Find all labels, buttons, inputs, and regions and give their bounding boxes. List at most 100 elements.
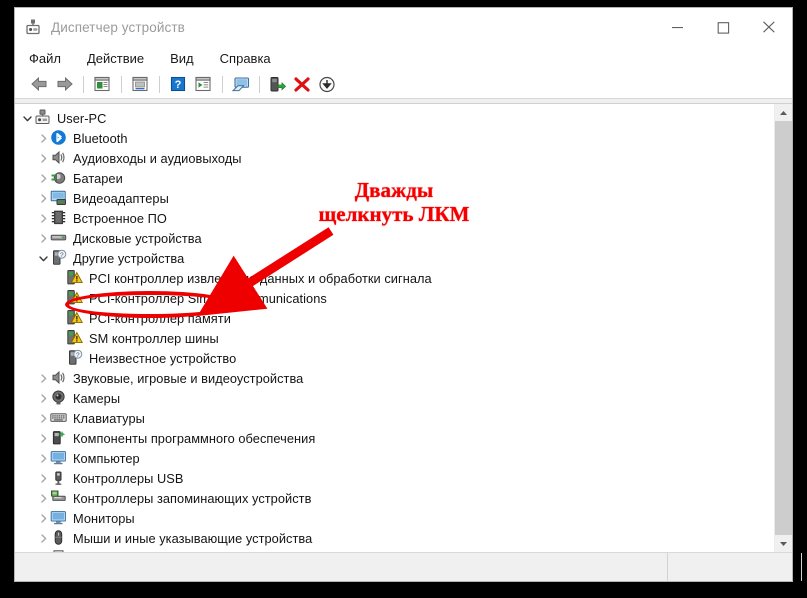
- chevron-right-icon[interactable]: [37, 508, 50, 528]
- unknown-device-warning-icon: [66, 289, 84, 307]
- menu-item-help[interactable]: Справка: [220, 51, 271, 66]
- disk-drive-icon: [50, 229, 68, 247]
- monitor-icon: [50, 509, 68, 527]
- tree-row[interactable]: Аудиовходы и аудиовыходы: [15, 148, 774, 168]
- tree-row-label: Контроллеры запоминающих устройств: [73, 490, 312, 506]
- tree-row-label: Мониторы: [73, 510, 135, 526]
- tree-row-label: SM контроллер шины: [89, 330, 219, 346]
- update-driver-icon[interactable]: [128, 73, 152, 95]
- toolbar-separator: [259, 75, 260, 93]
- tree-row-label: PCI-контроллер Simple Communications: [89, 290, 327, 306]
- tree-row-label: Встроенное ПО: [73, 210, 167, 226]
- chevron-right-icon[interactable]: [37, 428, 50, 448]
- device-tree[interactable]: User-PC Bluetooth Аудиовходы и аудиовыходы…: [15, 104, 774, 552]
- chevron-down-icon[interactable]: [21, 108, 34, 128]
- chevron-right-icon[interactable]: [37, 148, 50, 168]
- mouse-icon: [50, 529, 68, 547]
- tree-row-label: Мыши и иные указывающие устройства: [73, 530, 313, 546]
- tree-row-label: Компьютер: [73, 450, 140, 466]
- toolbar: ?: [15, 70, 792, 98]
- maximize-button[interactable]: [700, 8, 746, 46]
- vertical-scrollbar[interactable]: [774, 104, 792, 552]
- download-icon[interactable]: [315, 73, 339, 95]
- minimize-button[interactable]: [654, 8, 700, 46]
- scrollbar-thumb[interactable]: [775, 121, 792, 535]
- chevron-right-icon[interactable]: [37, 388, 50, 408]
- toolbar-separator: [121, 75, 122, 93]
- svg-text:?: ?: [175, 79, 182, 91]
- chevron-right-icon[interactable]: [37, 168, 50, 188]
- speaker-icon: [50, 369, 68, 387]
- tree-row[interactable]: Компьютер: [15, 448, 774, 468]
- menu-item-view[interactable]: Вид: [170, 51, 194, 66]
- tree-row-label: Контроллеры USB: [73, 470, 184, 486]
- chevron-right-icon[interactable]: [37, 368, 50, 388]
- chevron-right-icon[interactable]: [37, 488, 50, 508]
- tree-row-label: Камеры: [73, 390, 121, 406]
- tree-row[interactable]: Компоненты программного обеспечения: [15, 428, 774, 448]
- unknown-device-warning-icon: [66, 309, 84, 327]
- chevron-right-icon[interactable]: [37, 468, 50, 488]
- tree-row[interactable]: Клавиатуры: [15, 408, 774, 428]
- content-area: User-PC Bluetooth Аудиовходы и аудиовыходы…: [15, 104, 792, 552]
- chevron-right-icon[interactable]: [37, 188, 50, 208]
- tree-row-label: Клавиатуры: [73, 410, 145, 426]
- status-bar: [15, 552, 802, 581]
- tree-row[interactable]: Bluetooth: [15, 128, 774, 148]
- screenshot-root: Диспетчер устройств Файл Действие Вид Сп…: [0, 0, 807, 598]
- menu-item-action[interactable]: Действие: [87, 51, 144, 66]
- tree-row[interactable]: Батареи: [15, 168, 774, 188]
- tree-row[interactable]: Мониторы: [15, 508, 774, 528]
- chevron-right-icon[interactable]: [37, 408, 50, 428]
- tree-row-label: PCI контроллер извлечения данных и обраб…: [89, 270, 432, 286]
- tree-row-root[interactable]: User-PC: [15, 108, 774, 128]
- tree-row[interactable]: PCI-контроллер Simple Communications: [15, 288, 774, 308]
- svg-text:?: ?: [76, 352, 80, 359]
- tree-row[interactable]: ? Другие устройства: [15, 248, 774, 268]
- tree-row[interactable]: ? Неизвестное устройство: [15, 348, 774, 368]
- tree-row-label: PCI-контроллер памяти: [89, 310, 231, 326]
- tree-row[interactable]: Встроенное ПО: [15, 208, 774, 228]
- tree-row[interactable]: Дисковые устройства: [15, 228, 774, 248]
- bluetooth-icon: [50, 129, 68, 147]
- tree-row[interactable]: SM контроллер шины: [15, 328, 774, 348]
- back-icon[interactable]: [27, 73, 51, 95]
- enable-device-icon[interactable]: [265, 73, 289, 95]
- uninstall-device-icon[interactable]: [290, 73, 314, 95]
- tree-row[interactable]: Видеоадаптеры: [15, 188, 774, 208]
- tree-row-label: User-PC: [57, 110, 107, 126]
- scan-hardware-icon[interactable]: [229, 73, 253, 95]
- help-icon[interactable]: ?: [166, 73, 190, 95]
- chevron-right-icon[interactable]: [37, 128, 50, 148]
- chevron-right-icon[interactable]: [37, 228, 50, 248]
- tree-row-label: Другие устройства: [73, 250, 185, 266]
- tree-row[interactable]: Контроллеры USB: [15, 468, 774, 488]
- tree-row[interactable]: Камеры: [15, 388, 774, 408]
- tree-row[interactable]: PCI контроллер извлечения данных и обраб…: [15, 268, 774, 288]
- forward-icon[interactable]: [52, 73, 76, 95]
- tree-row-label: Батареи: [73, 170, 123, 186]
- tree-row[interactable]: Контроллеры запоминающих устройств: [15, 488, 774, 508]
- speaker-icon: [50, 149, 68, 167]
- show-hidden-icon[interactable]: [191, 73, 215, 95]
- tree-row[interactable]: Мыши и иные указывающие устройства: [15, 528, 774, 548]
- properties-icon[interactable]: [90, 73, 114, 95]
- close-button[interactable]: [746, 8, 792, 46]
- chevron-right-icon[interactable]: [37, 528, 50, 548]
- tree-row[interactable]: Звуковые, игровые и видеоустройства: [15, 368, 774, 388]
- battery-icon: [50, 169, 68, 187]
- scroll-up-button[interactable]: [775, 104, 792, 121]
- display-adapter-icon: [50, 189, 68, 207]
- chevron-right-icon[interactable]: [37, 448, 50, 468]
- device-manager-icon: [24, 18, 42, 36]
- chevron-down-icon[interactable]: [37, 248, 50, 268]
- chevron-right-icon[interactable]: [37, 208, 50, 228]
- keyboard-icon: [50, 409, 68, 427]
- scroll-down-button[interactable]: [775, 535, 792, 552]
- tree-row[interactable]: PCI-контроллер памяти: [15, 308, 774, 328]
- menu-item-file[interactable]: Файл: [29, 51, 61, 66]
